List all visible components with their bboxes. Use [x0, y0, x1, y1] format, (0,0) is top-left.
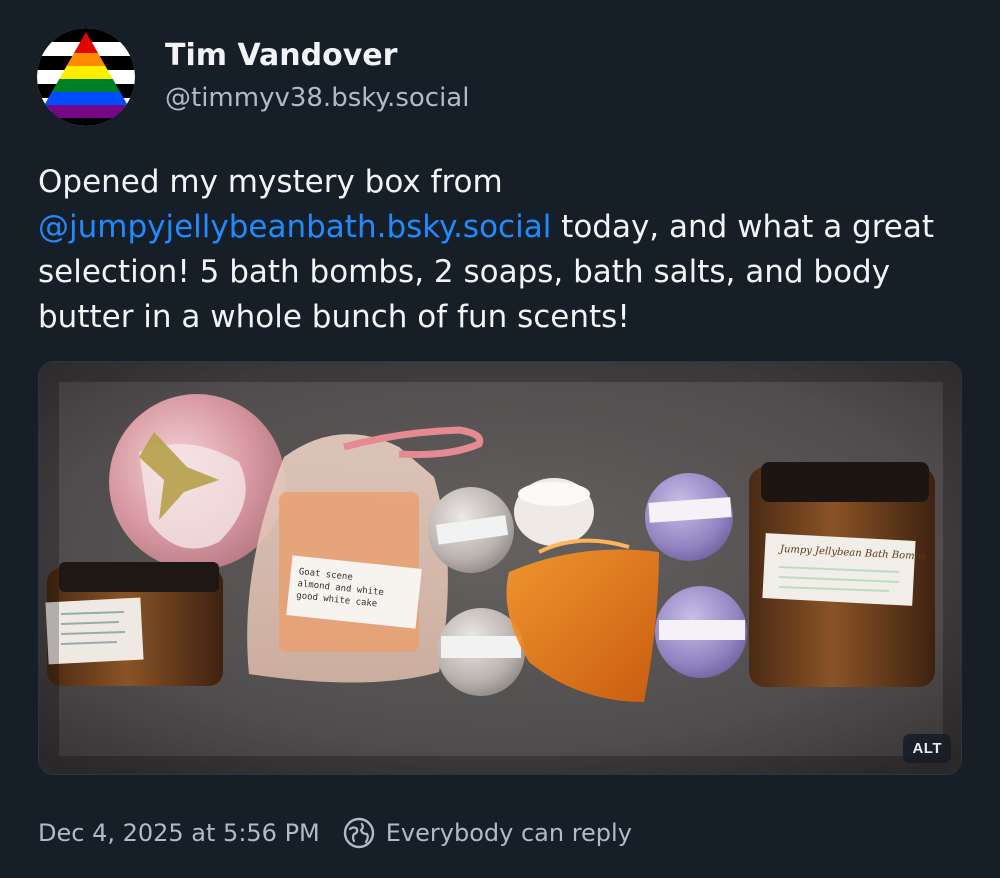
mystery-box-photo: Goat scene almond and white good white c…	[39, 362, 961, 774]
post-text-before: Opened my mystery box from	[38, 164, 503, 200]
post-card: Tim Vandover @timmyv38.bsky.social Opene…	[0, 0, 1000, 878]
globe-reply-icon	[342, 816, 376, 850]
reply-setting[interactable]: Everybody can reply	[342, 816, 632, 850]
straight-ally-flag-avatar-icon	[37, 28, 135, 126]
post-image[interactable]: Goat scene almond and white good white c…	[38, 361, 962, 775]
mention-link[interactable]: @jumpyjellybeanbath.bsky.social	[38, 209, 551, 245]
author-display-name[interactable]: Tim Vandover	[165, 38, 397, 73]
alt-text-badge[interactable]: ALT	[903, 734, 951, 763]
post-footer: Dec 4, 2025 at 5:56 PM Everybody can rep…	[38, 813, 632, 853]
avatar[interactable]	[37, 28, 135, 126]
post-timestamp[interactable]: Dec 4, 2025 at 5:56 PM	[38, 819, 320, 847]
author-handle[interactable]: @timmyv38.bsky.social	[165, 83, 469, 113]
reply-setting-label: Everybody can reply	[385, 819, 632, 847]
post-text: Opened my mystery box from @jumpyjellybe…	[38, 160, 978, 340]
